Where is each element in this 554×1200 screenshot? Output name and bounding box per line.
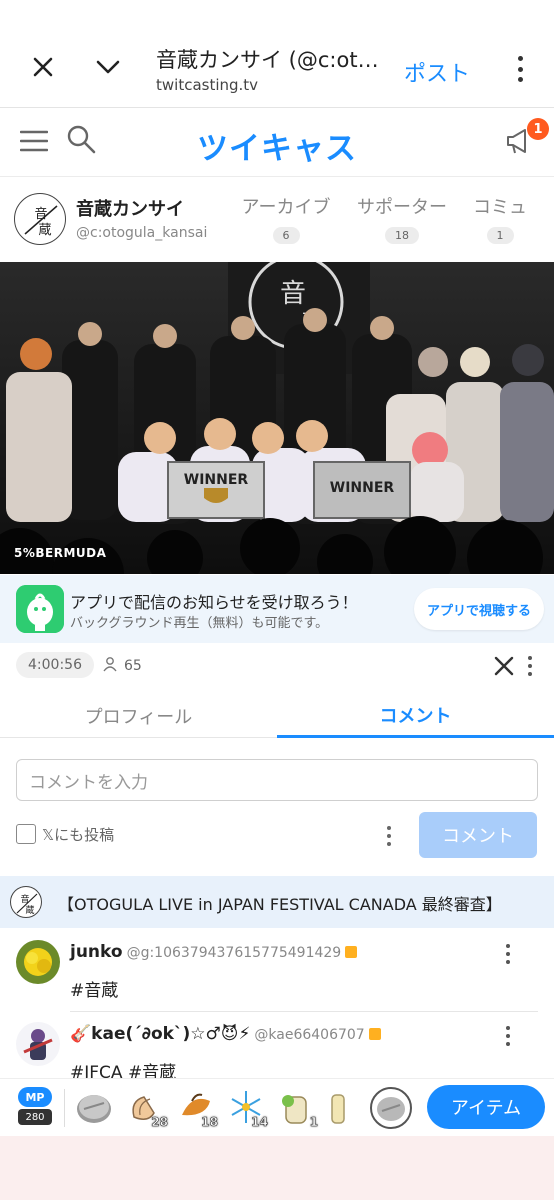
live-title-bar[interactable]: 音 蔵 【OTOGULA LIVE in JAPAN FESTIVAL CANA…: [0, 876, 554, 928]
tab-community[interactable]: コミュ 1: [470, 193, 530, 244]
supporter-badge-icon: [345, 946, 358, 958]
bird-icon[interactable]: 18: [176, 1087, 218, 1130]
stream-more-icon[interactable]: [527, 656, 533, 676]
comment-more-icon[interactable]: [505, 944, 511, 964]
comment-submit-button[interactable]: コメント: [419, 812, 537, 858]
channel-name[interactable]: 音蔵カンサイ: [76, 195, 184, 221]
tea-icon[interactable]: 1: [276, 1087, 318, 1130]
comment-text: #音蔵: [70, 981, 119, 1001]
commenter-name-row: 🎸kae(´∂ok`)☆♂😈⚡ @kae66406707: [70, 1024, 381, 1044]
post-button[interactable]: ポスト: [404, 56, 470, 88]
tab-community-label: コミュ: [473, 197, 527, 218]
comment-item: 🎸kae(´∂ok`)☆♂😈⚡ @kae66406707 #JFCA #音蔵: [0, 1012, 554, 1083]
comment-input[interactable]: コメントを入力: [16, 759, 538, 801]
commenter-id: @kae66406707: [254, 1027, 365, 1043]
live-title-text: 【OTOGULA LIVE in JAPAN FESTIVAL CANADA 最…: [58, 895, 502, 914]
promo-title: アプリで配信のお知らせを受け取ろう！: [70, 593, 358, 612]
promo-subtitle: バックグラウンド再生（無料）も可能です。: [70, 616, 329, 631]
tab-comment[interactable]: コメント: [277, 694, 554, 738]
svg-text:蔵: 蔵: [25, 904, 34, 916]
viewer-count: 65: [102, 656, 142, 676]
tab-archive[interactable]: アーカイブ 6: [238, 193, 334, 244]
app-icon[interactable]: [16, 585, 64, 633]
video-player[interactable]: 音 蔵: [0, 262, 554, 574]
item-divider: [64, 1089, 65, 1127]
item-bar: MP 280 28 18 14 1 アイテム: [0, 1078, 554, 1136]
tab-archive-label: アーカイブ: [241, 197, 331, 218]
tab-supporters[interactable]: サポーター 18: [354, 193, 450, 244]
comment-item: junko @g:106379437615775491429 #音蔵: [0, 928, 554, 1010]
drink-icon[interactable]: [326, 1087, 346, 1129]
notification-badge: 1: [527, 118, 549, 140]
tab-archive-count: 6: [272, 227, 300, 244]
page-bottom-area: [0, 1136, 554, 1200]
commenter-name-row: junko @g:106379437615775491429: [70, 942, 358, 962]
chevron-down-icon[interactable]: [93, 52, 123, 82]
comment-more-icon[interactable]: [505, 1026, 511, 1046]
commenter-name[interactable]: junko: [70, 942, 123, 962]
tab-supporters-count: 18: [385, 227, 419, 244]
item-count: 1: [309, 1115, 318, 1130]
channel-header: 音 蔵 音蔵カンサイ @c:otogula_kansai アーカイブ 6 サポー…: [0, 177, 554, 261]
close-icon[interactable]: [28, 52, 58, 82]
site-header: ツイキャス: [0, 109, 554, 177]
tab-supporters-label: サポーター: [357, 197, 447, 218]
browser-url: twitcasting.tv: [156, 76, 259, 94]
browser-page-title: 音蔵カンサイ (@c:oto…: [156, 48, 386, 72]
x-post-checkbox[interactable]: [16, 824, 36, 844]
commenter-id: @g:106379437615775491429: [126, 945, 342, 961]
x-share-icon[interactable]: [494, 656, 514, 676]
tab-profile[interactable]: プロフィール: [0, 694, 277, 738]
comment-options-icon[interactable]: [386, 826, 392, 846]
video-watermark: 5%BERMUDA: [14, 546, 107, 560]
site-logo[interactable]: ツイキャス: [0, 123, 554, 168]
commenter-avatar[interactable]: [16, 1022, 60, 1066]
video-frame: 音 蔵: [0, 262, 554, 574]
winner-board-left: WINNER: [184, 472, 249, 488]
supporter-badge-icon: [368, 1028, 381, 1040]
winner-board-right: WINNER: [330, 480, 395, 496]
live-title-avatar: 音 蔵: [10, 886, 42, 918]
coin-icon[interactable]: [74, 1087, 114, 1129]
item-count: 14: [251, 1115, 268, 1130]
coin-silver-icon[interactable]: [368, 1087, 414, 1129]
x-post-checkbox-row[interactable]: 𝕏にも投稿: [16, 820, 114, 848]
item-count: 28: [151, 1115, 168, 1130]
content-tabs: プロフィール コメント: [0, 694, 554, 738]
tab-community-count: 1: [486, 227, 514, 244]
open-in-app-button[interactable]: アプリで視聴する: [414, 588, 544, 630]
firework-icon[interactable]: 14: [226, 1087, 268, 1130]
commenter-avatar[interactable]: [16, 940, 60, 984]
channel-user-id: @c:otogula_kansai: [76, 225, 208, 241]
x-post-label: 𝕏にも投稿: [42, 825, 115, 844]
svg-text:蔵: 蔵: [38, 223, 51, 238]
browser-toolbar: 音蔵カンサイ (@c:oto… twitcasting.tv ポスト: [0, 0, 554, 108]
elapsed-time: 4:00:56: [16, 652, 94, 678]
commenter-name[interactable]: 🎸kae(´∂ok`)☆♂😈⚡: [70, 1024, 250, 1044]
svg-text:音: 音: [280, 279, 306, 309]
more-options-icon[interactable]: [516, 56, 524, 82]
mp-value: 280: [18, 1109, 52, 1125]
mp-balance[interactable]: MP 280: [18, 1087, 52, 1129]
stream-stats: 4:00:56 65: [0, 644, 554, 688]
app-promo-banner: アプリで配信のお知らせを受け取ろう！ バックグラウンド再生（無料）も可能です。 …: [0, 575, 554, 643]
items-button[interactable]: アイテム: [427, 1085, 545, 1129]
channel-avatar[interactable]: 音 蔵: [14, 193, 66, 245]
mp-label: MP: [18, 1087, 52, 1107]
item-count: 18: [201, 1115, 218, 1130]
viewer-count-value: 65: [124, 658, 142, 674]
person-icon: [102, 656, 118, 676]
clap-icon[interactable]: 28: [126, 1087, 168, 1130]
